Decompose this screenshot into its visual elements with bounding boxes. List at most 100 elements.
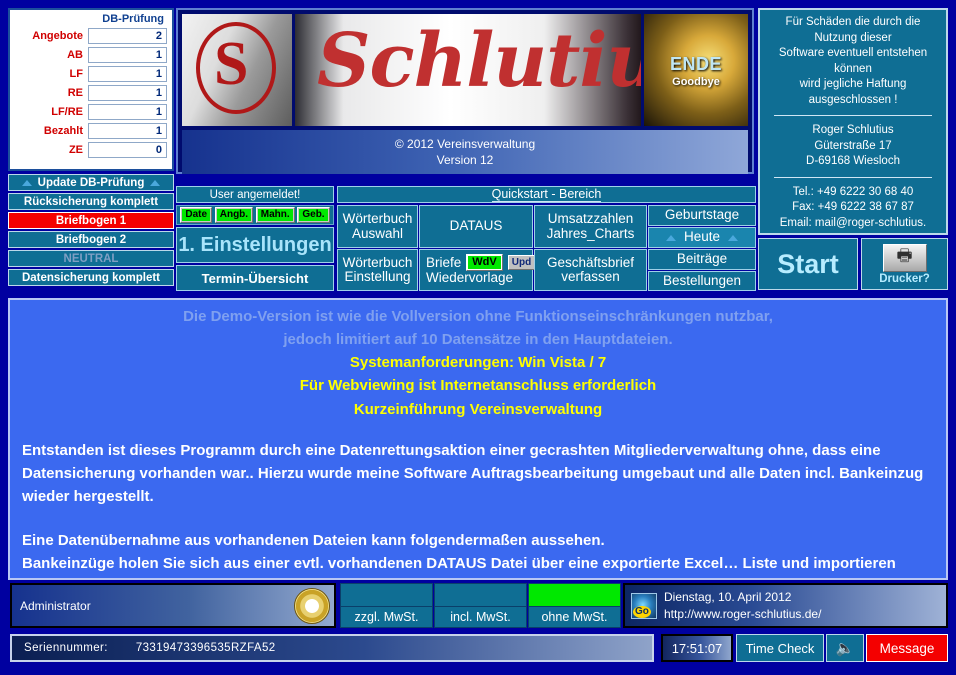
db-check-value[interactable]: 1 (88, 47, 167, 63)
tag-date[interactable]: Date (180, 207, 213, 223)
vat-indicator-active (529, 584, 620, 607)
intro-link[interactable]: Kurzeinführung Vereinsverwaltung (22, 398, 934, 421)
db-check-value[interactable]: 1 (88, 66, 167, 82)
letters-label: Briefe (426, 254, 462, 270)
wdv-badge[interactable]: WdV (466, 254, 503, 272)
dictionary-setting-button[interactable]: Wörterbuch Einstellung (337, 249, 418, 291)
company-logo-icon: S (182, 14, 292, 126)
website-url[interactable]: http://www.roger-schlutius.de/ (664, 606, 821, 622)
settings-button[interactable]: 1. Einstellungen (176, 227, 334, 263)
tag-birthdays[interactable]: Geb. (297, 207, 330, 223)
copyright-text: © 2012 Vereinsverwaltung (394, 136, 536, 151)
db-check-value[interactable]: 0 (88, 142, 167, 158)
letters-resubmission-button[interactable]: Briefe WdV Upd Wiedervorlage (419, 249, 536, 291)
db-check-value[interactable]: 2 (88, 28, 167, 44)
serial-number-label: Seriennummer: (24, 642, 108, 654)
vat-label: ohne MwSt. (541, 610, 608, 624)
contact-tel: Tel.: +49 6222 30 68 40 (792, 185, 914, 198)
start-label: Start (777, 248, 839, 279)
dictionary-select-button[interactable]: Wörterbuch Auswahl (337, 205, 418, 248)
db-check-value[interactable]: 1 (88, 123, 167, 139)
backup-complete-label: Datensicherung komplett (21, 271, 161, 284)
banner-caption: © 2012 Vereinsverwaltung Version 12 (182, 130, 748, 174)
sound-button[interactable]: 🔈 (826, 634, 864, 662)
db-check-panel: DB-Prüfung Angebote 2 AB 1 LF 1 RE 1 LF/… (8, 8, 174, 171)
tag-date-label: Date (182, 209, 211, 221)
start-button[interactable]: Start (758, 238, 858, 290)
printer-label: Drucker? (879, 272, 930, 285)
letterhead-1-button[interactable]: Briefbogen 1 (8, 212, 174, 229)
dictionary-select-line2: Auswahl (351, 225, 404, 241)
orders-button[interactable]: Bestellungen (648, 271, 756, 291)
contact-name: Roger Schlutius (812, 124, 894, 137)
update-db-check-button[interactable]: Update DB-Prüfung (8, 174, 174, 191)
status-tag-row: Date Angb. Mahn. Geb. (176, 205, 334, 225)
printer-button[interactable]: 🖶 Drucker? (861, 238, 948, 290)
disclaimer-line-2: Nutzung dieser (814, 31, 892, 44)
time-check-button[interactable]: Time Check (736, 634, 824, 662)
restore-complete-label: Rücksicherung komplett (23, 195, 159, 208)
dictionary-setting-line2: Einstellung (344, 269, 411, 284)
disclaimer-line-1: Für Schäden die durch die (785, 16, 921, 28)
db-check-row: LF/RE 1 (10, 103, 172, 121)
dataus-button[interactable]: DATAUS (419, 205, 533, 248)
time-check-label: Time Check (745, 640, 815, 656)
arrow-up-icon (21, 179, 32, 186)
contributions-label: Beiträge (676, 251, 728, 267)
user-status: User angemeldet! (176, 186, 334, 203)
printer-icon: 🖶 (882, 243, 927, 272)
contact-info-panel: Für Schäden die durch die Nutzung dieser… (758, 8, 948, 235)
exit-label: ENDE (669, 54, 722, 74)
tag-offers[interactable]: Angb. (214, 207, 254, 223)
sales-charts-button[interactable]: Umsatzzahlen Jahres_Charts (534, 205, 647, 248)
appointments-overview-button[interactable]: Termin-Übersicht (176, 265, 334, 291)
clock-display: 17:51:07 (661, 634, 733, 662)
business-line2: verfassen (561, 269, 620, 284)
admin-bar[interactable]: Administrator (10, 583, 336, 628)
dictionary-select-line1: Wörterbuch (342, 211, 413, 227)
db-check-value[interactable]: 1 (88, 104, 167, 120)
appointments-overview-label: Termin-Übersicht (201, 270, 309, 286)
demo-notice-line-1: Die Demo-Version ist wie die Vollversion… (183, 308, 773, 325)
restore-complete-button[interactable]: Rücksicherung komplett (8, 193, 174, 210)
letterhead-2-label: Briefbogen 2 (55, 233, 127, 246)
contributions-button[interactable]: Beiträge (648, 249, 756, 270)
body-paragraph-2: Eine Datenübernahme aus vorhandenen Date… (22, 531, 605, 549)
business-letter-button[interactable]: Geschäftsbrief verfassen (534, 249, 647, 291)
letterhead-1-label: Briefbogen 1 (55, 214, 127, 227)
go-web-icon[interactable] (631, 592, 657, 619)
admin-label: Administrator (20, 598, 91, 613)
vat-indicator (435, 584, 526, 607)
today-button[interactable]: Heute (648, 227, 756, 248)
application-window: DB-Prüfung Angebote 2 AB 1 LF 1 RE 1 LF/… (0, 0, 956, 675)
neutral-label: NEUTRAL (63, 252, 119, 265)
disclaimer-line-4: können (834, 62, 872, 75)
backup-complete-button[interactable]: Datensicherung komplett (8, 269, 174, 286)
disclaimer-line-3: Software eventuell entstehen (778, 47, 928, 60)
current-date: Dienstag, 10. April 2012 (664, 590, 792, 605)
neutral-button[interactable]: NEUTRAL (8, 250, 174, 267)
db-check-label: ZE (68, 144, 83, 156)
quickstart-header-label: Quickstart - Bereich (491, 187, 602, 202)
sales-line2: Jahres_Charts (546, 225, 635, 241)
disclaimer-line-5: wird jegliche Haftung (799, 78, 907, 91)
arrow-up-icon (728, 234, 739, 241)
contact-street: Güterstraße 17 (814, 139, 892, 152)
vat-option-included[interactable]: incl. MwSt. (434, 583, 527, 628)
exit-button[interactable]: ENDE Goodbye (644, 14, 748, 126)
body-paragraph-3: Bankeinzüge holen Sie sich aus einer evt… (22, 554, 896, 572)
message-button[interactable]: Message (866, 634, 948, 662)
tag-reminders[interactable]: Mahn. (255, 207, 295, 223)
db-check-value[interactable]: 1 (88, 85, 167, 101)
vat-option-plus[interactable]: zzgl. MwSt. (340, 583, 433, 628)
date-website-bar[interactable]: Dienstag, 10. April 2012 http://www.roge… (623, 583, 948, 628)
letterhead-2-button[interactable]: Briefbogen 2 (8, 231, 174, 248)
system-requirements: Systemanforderungen: Win Vista / 7 (349, 354, 607, 371)
vat-indicator (341, 584, 432, 607)
birthdays-button[interactable]: Geburtstage (648, 205, 756, 226)
vat-option-without[interactable]: ohne MwSt. (528, 583, 621, 628)
upd-badge[interactable]: Upd (507, 255, 536, 271)
db-check-header: DB-Prüfung (102, 13, 164, 25)
business-line1: Geschäftsbrief (546, 254, 635, 270)
